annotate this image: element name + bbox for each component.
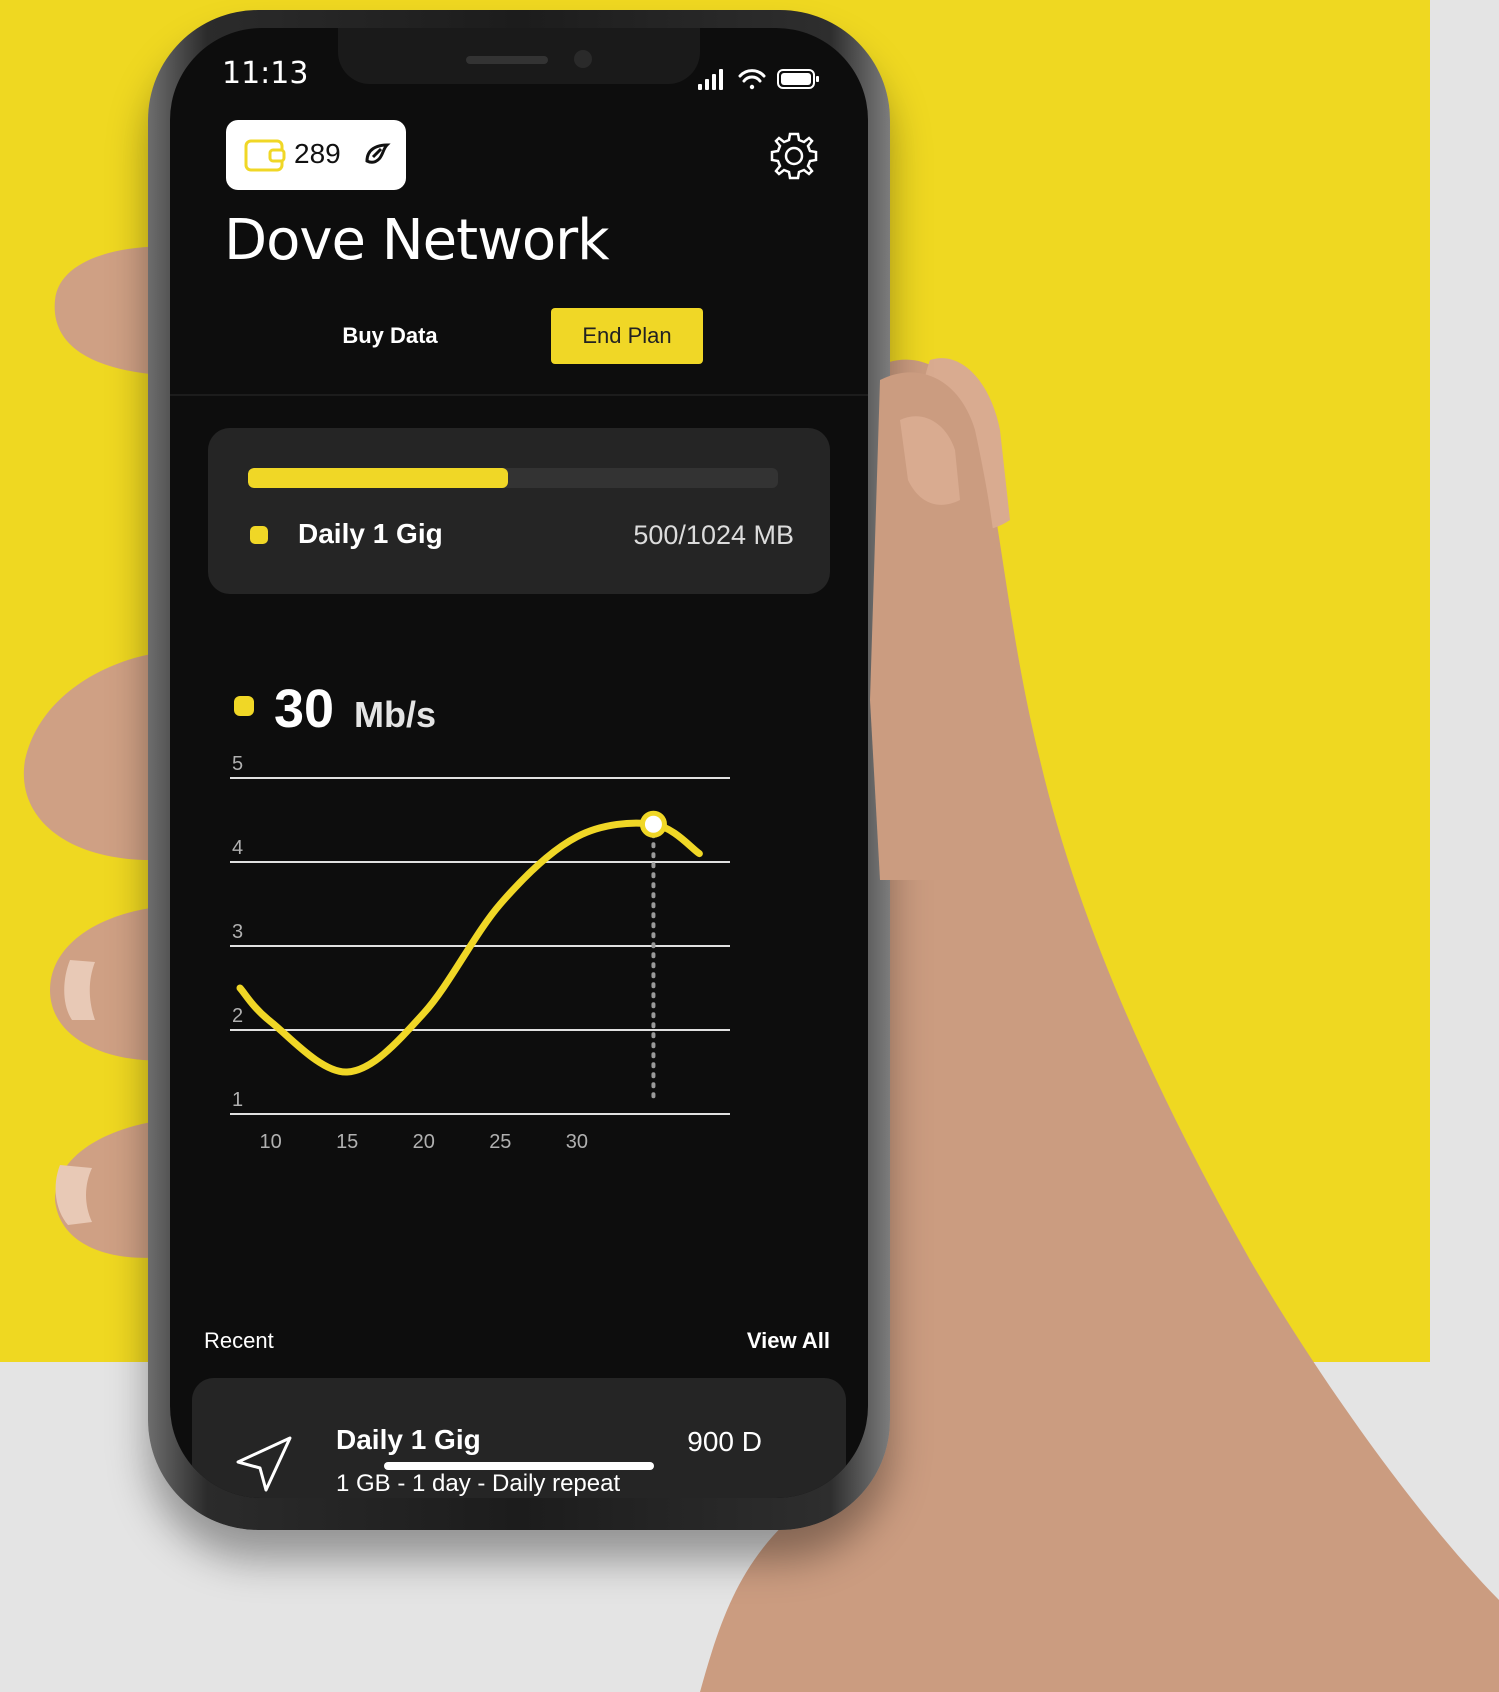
send-icon xyxy=(236,1436,292,1492)
y-tick-label: 2 xyxy=(232,1005,243,1027)
x-tick-label: 10 xyxy=(260,1131,282,1153)
recent-section-label: Recent xyxy=(204,1328,274,1353)
speed-chart: 1 2 3 4 5 10 15 20 25 30 xyxy=(230,753,730,1153)
x-tick-label: 20 xyxy=(413,1131,435,1153)
y-tick-label: 3 xyxy=(232,921,243,943)
y-tick-label: 4 xyxy=(232,837,243,859)
y-tick-label: 5 xyxy=(232,753,243,775)
x-tick-label: 25 xyxy=(489,1131,511,1153)
recent-item-price: 900 D xyxy=(687,1426,762,1457)
phone-screen: 11:13 289 Dove Network Buy Data End Plan… xyxy=(170,28,868,1498)
recent-item-subtitle: 1 GB - 1 day - Daily repeat xyxy=(336,1470,621,1497)
x-tick-label: 15 xyxy=(336,1131,358,1153)
highlight-point xyxy=(639,810,667,838)
recent-item-title: Daily 1 Gig xyxy=(336,1424,481,1455)
y-tick-label: 1 xyxy=(232,1089,243,1111)
home-indicator[interactable] xyxy=(384,1462,654,1470)
speed-series-line xyxy=(236,819,703,1076)
x-tick-label: 30 xyxy=(566,1131,588,1153)
recent-item[interactable]: Daily 1 Gig 1 GB - 1 day - Daily repeat … xyxy=(192,1378,846,1498)
view-all-link[interactable]: View All xyxy=(690,1328,830,1354)
